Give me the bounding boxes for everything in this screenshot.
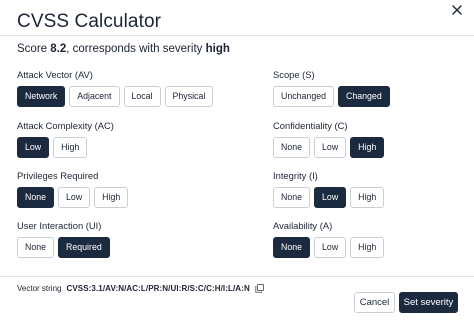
metric-availability: Availability (A) None Low High bbox=[273, 220, 385, 258]
vector-value: CVSS:3.1/AV:N/AC:L/PR:N/UI:R/S:C/C:H/I:L… bbox=[66, 284, 250, 293]
option-high-button[interactable]: High bbox=[350, 187, 385, 208]
option-group: Low High bbox=[17, 137, 114, 158]
score-value: 8.2 bbox=[50, 43, 67, 55]
metric-user-interaction: User Interaction (UI) None Required bbox=[17, 220, 110, 258]
option-group: None Low High bbox=[273, 187, 385, 208]
option-high-button[interactable]: High bbox=[94, 187, 129, 208]
option-changed-button[interactable]: Changed bbox=[338, 86, 390, 107]
option-high-button[interactable]: High bbox=[53, 137, 88, 158]
metric-integrity: Integrity (I) None Low High bbox=[273, 170, 385, 208]
metric-label: Privileges Required bbox=[17, 170, 99, 181]
option-unchanged-button[interactable]: Unchanged bbox=[273, 86, 334, 107]
metric-label: Attack Vector (AV) bbox=[17, 69, 93, 80]
option-group: Unchanged Changed bbox=[273, 86, 390, 107]
option-low-button[interactable]: Low bbox=[314, 187, 347, 208]
option-adjacent-button[interactable]: Adjacent bbox=[69, 86, 120, 107]
cancel-button[interactable]: Cancel bbox=[354, 292, 395, 313]
copy-icon[interactable] bbox=[255, 284, 264, 293]
metric-label: User Interaction (UI) bbox=[17, 220, 102, 231]
metric-label: Confidentiality (C) bbox=[273, 120, 348, 131]
metric-attack-complexity: Attack Complexity (AC) Low High bbox=[17, 120, 114, 158]
score-prefix: Score bbox=[17, 43, 48, 55]
vector-string: Vector string CVSS:3.1/AV:N/AC:L/PR:N/UI… bbox=[17, 284, 264, 293]
option-group: None Low High bbox=[273, 237, 385, 258]
option-group: None Low High bbox=[273, 137, 385, 158]
metric-label: Integrity (I) bbox=[273, 170, 318, 181]
option-none-button[interactable]: None bbox=[273, 137, 311, 158]
option-high-button[interactable]: High bbox=[350, 137, 385, 158]
metric-scope: Scope (S) Unchanged Changed bbox=[273, 69, 390, 107]
option-low-button[interactable]: Low bbox=[17, 137, 50, 158]
option-low-button[interactable]: Low bbox=[58, 187, 91, 208]
option-physical-button[interactable]: Physical bbox=[164, 86, 214, 107]
score-severity: high bbox=[205, 43, 230, 55]
option-none-button[interactable]: None bbox=[273, 237, 311, 258]
option-none-button[interactable]: None bbox=[273, 187, 311, 208]
score-summary: Score 8.2, corresponds with severity hig… bbox=[17, 43, 230, 55]
set-severity-button[interactable]: Set severity bbox=[399, 292, 458, 313]
metric-label: Attack Complexity (AC) bbox=[17, 120, 114, 131]
metric-attack-vector: Attack Vector (AV) Network Adjacent Loca… bbox=[17, 69, 214, 107]
option-low-button[interactable]: Low bbox=[314, 237, 347, 258]
option-low-button[interactable]: Low bbox=[314, 137, 347, 158]
metric-label: Scope (S) bbox=[273, 69, 315, 80]
option-network-button[interactable]: Network bbox=[17, 86, 66, 107]
option-high-button[interactable]: High bbox=[350, 237, 385, 258]
option-group: None Required bbox=[17, 237, 110, 258]
metric-confidentiality: Confidentiality (C) None Low High bbox=[273, 120, 385, 158]
option-required-button[interactable]: Required bbox=[58, 237, 110, 258]
close-icon[interactable] bbox=[451, 4, 463, 16]
option-none-button[interactable]: None bbox=[17, 237, 55, 258]
dialog-title: CVSS Calculator bbox=[17, 11, 162, 32]
option-none-button[interactable]: None bbox=[17, 187, 55, 208]
metric-label: Availability (A) bbox=[273, 220, 333, 231]
footer-divider bbox=[0, 276, 474, 277]
metric-privileges-required: Privileges Required None Low High bbox=[17, 170, 129, 208]
cvss-dialog: CVSS Calculator Score 8.2, corresponds w… bbox=[0, 0, 474, 328]
vector-label: Vector string bbox=[17, 284, 62, 293]
option-local-button[interactable]: Local bbox=[123, 86, 161, 107]
header-divider bbox=[0, 35, 474, 36]
score-middle: , corresponds with severity bbox=[66, 43, 203, 55]
option-group: None Low High bbox=[17, 187, 129, 208]
option-group: Network Adjacent Local Physical bbox=[17, 86, 214, 107]
